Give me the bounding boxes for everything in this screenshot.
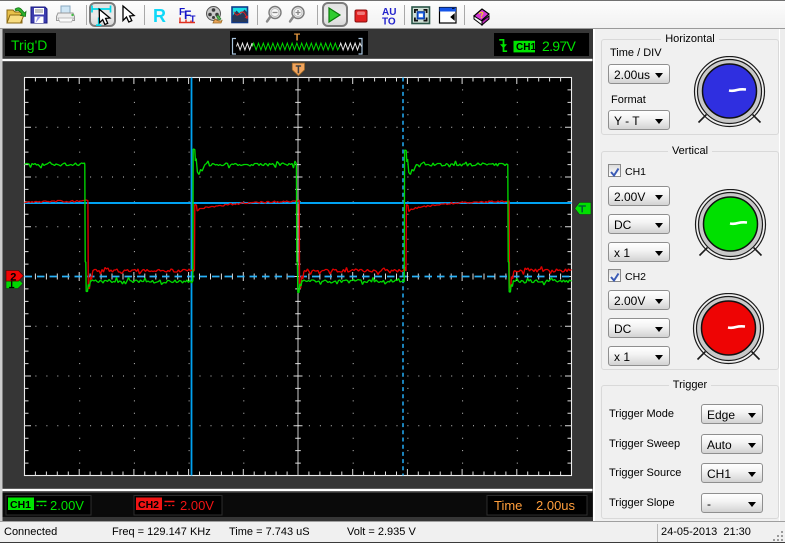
svg-text:TO: TO	[382, 17, 396, 28]
svg-text:Trig'D: Trig'D	[11, 37, 47, 53]
svg-text:2: 2	[10, 271, 16, 283]
svg-text:2.00V: 2.00V	[180, 498, 214, 513]
svg-text:T: T	[294, 33, 300, 44]
svg-text:CH1: CH1	[516, 42, 536, 53]
svg-text:CH2: CH2	[138, 499, 159, 511]
svg-text:CH1: CH1	[10, 499, 31, 511]
svg-text:2.00us: 2.00us	[536, 498, 576, 513]
svg-text:R: R	[153, 6, 166, 26]
svg-text:2.00V: 2.00V	[50, 498, 84, 513]
svg-text:Time: Time	[494, 498, 522, 513]
svg-text:2.97V: 2.97V	[542, 38, 576, 54]
